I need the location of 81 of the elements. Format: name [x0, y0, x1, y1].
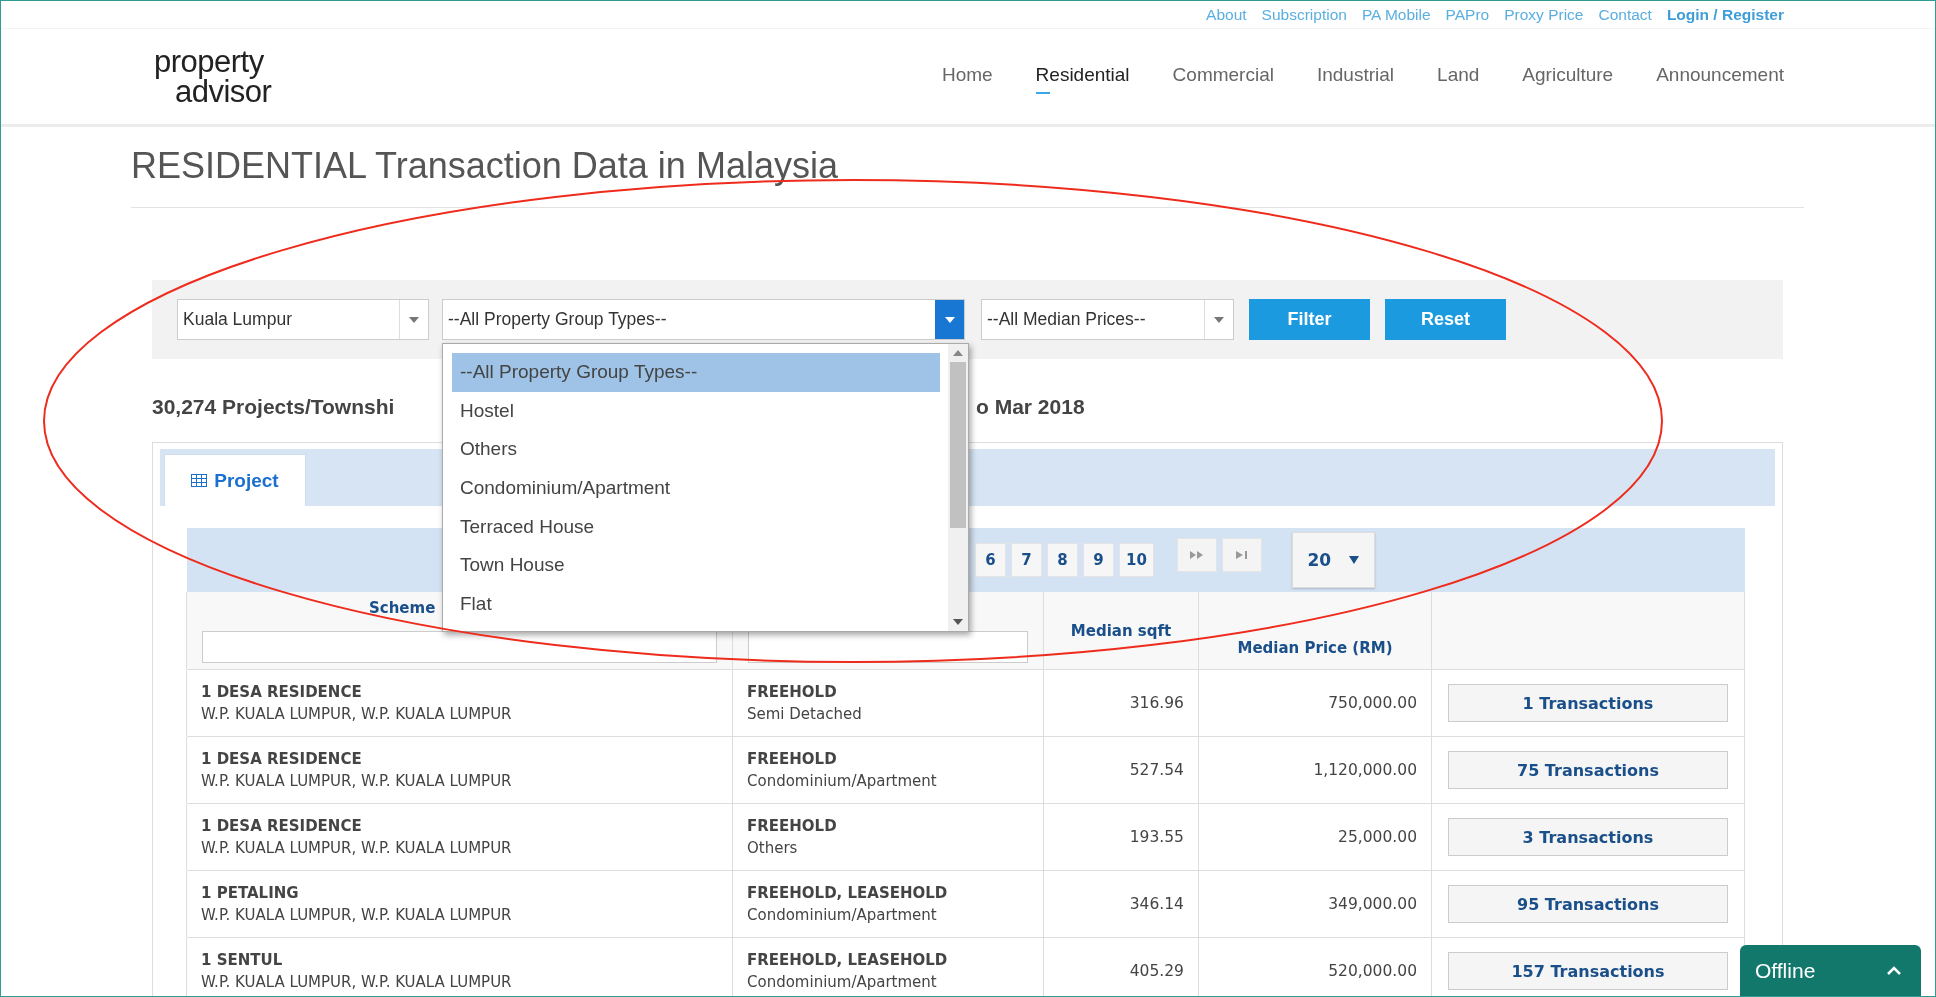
scheme-location: W.P. KUALA LUMPUR, W.P. KUALA LUMPUR — [201, 705, 513, 723]
median-sqft-cell: 527.54 — [1129, 761, 1184, 779]
nav-link[interactable]: Agriculture — [1522, 63, 1614, 94]
nav-link[interactable]: Industrial — [1316, 63, 1395, 94]
chevron-up-icon — [1887, 966, 1901, 975]
caret-icon — [1214, 316, 1224, 323]
caret-icon — [409, 316, 419, 323]
table-icon — [191, 474, 208, 487]
median-sqft-cell: 405.29 — [1129, 962, 1184, 980]
next-icon — [1189, 551, 1204, 559]
chat-widget[interactable]: Offline — [1740, 945, 1921, 996]
column-filter-field[interactable] — [202, 631, 717, 663]
property-type-select[interactable]: --All Property Group Types-- — [442, 299, 965, 340]
median-price-cell: 750,000.00 — [1328, 694, 1417, 712]
median-price-cell: 1,120,000.00 — [1313, 761, 1417, 779]
tenure-text: FREEHOLD — [747, 683, 838, 701]
dropdown-option[interactable]: Flat — [452, 584, 940, 624]
page-title: RESIDENTIAL Transaction Data in Malaysia — [131, 145, 1804, 208]
transactions-button[interactable]: 3 Transactions — [1448, 818, 1728, 856]
scheme-name: 1 DESA RESIDENCE — [201, 683, 363, 701]
page-button[interactable]: 10 — [1119, 543, 1154, 577]
median-price-cell: 349,000.00 — [1328, 895, 1417, 913]
scheme-name: 1 SENTUL — [201, 951, 284, 969]
page-button[interactable]: 7 — [1011, 543, 1042, 577]
project-tab[interactable]: Project — [164, 454, 306, 506]
dropdown-option[interactable]: Terraced House — [452, 507, 940, 546]
last-page-icon — [1235, 551, 1248, 559]
nav-link[interactable]: Land — [1437, 63, 1480, 94]
property-type-text: Others — [747, 839, 799, 857]
scheme-name: 1 PETALING — [201, 884, 300, 902]
property-type-text: Condominium/Apartment — [747, 906, 938, 924]
tenure-text: FREEHOLD, LEASEHOLD — [747, 951, 949, 969]
transactions-button[interactable]: 75 Transactions — [1448, 751, 1728, 789]
dropdown-option[interactable]: Hostel — [452, 391, 940, 431]
column-header[interactable]: Median Price (RM) — [1237, 639, 1393, 657]
nav-link[interactable]: Residential — [1035, 63, 1130, 94]
tenure-text: FREEHOLD, LEASEHOLD — [747, 884, 949, 902]
median-price-cell: 520,000.00 — [1328, 962, 1417, 980]
last-page-button[interactable] — [1221, 538, 1262, 572]
dropdown-option[interactable]: --All Property Group Types-- — [452, 353, 940, 392]
transactions-button[interactable]: 1 Transactions — [1448, 684, 1728, 722]
dropdown-option[interactable]: Others — [452, 430, 940, 469]
caret-icon — [1349, 556, 1360, 564]
scheme-location: W.P. KUALA LUMPUR, W.P. KUALA LUMPUR — [201, 772, 513, 790]
median-sqft-cell: 316.96 — [1129, 694, 1184, 712]
scheme-location: W.P. KUALA LUMPUR, W.P. KUALA LUMPUR — [201, 906, 513, 924]
scheme-name: 1 DESA RESIDENCE — [201, 750, 363, 768]
nav-link[interactable]: Commercial — [1172, 63, 1274, 94]
median-sqft-cell: 346.14 — [1129, 895, 1184, 913]
property-type-text: Semi Detached — [747, 705, 863, 723]
transactions-button[interactable]: 157 Transactions — [1448, 952, 1728, 990]
scroll-down-icon[interactable] — [953, 619, 963, 625]
column-header[interactable]: Median sqft — [1070, 621, 1172, 640]
caret-icon — [945, 316, 955, 323]
page-button[interactable]: 9 — [1083, 543, 1114, 577]
tenure-text: FREEHOLD — [747, 817, 838, 835]
tenure-text: FREEHOLD — [747, 750, 838, 768]
logo[interactable]: property advisor — [154, 46, 272, 107]
next-page-button[interactable] — [1176, 538, 1217, 572]
page-size-select[interactable]: 20 — [1291, 532, 1375, 588]
property-type-text: Condominium/Apartment — [747, 772, 938, 790]
median-price-select[interactable]: --All Median Prices-- — [981, 299, 1234, 340]
summary-text: o Mar 2018 — [976, 395, 1085, 419]
property-type-text: Condominium/Apartment — [747, 973, 938, 991]
page-button[interactable]: 6 — [975, 543, 1006, 577]
scheme-location: W.P. KUALA LUMPUR, W.P. KUALA LUMPUR — [201, 973, 513, 991]
summary-text: 30,274 Projects/Townshi — [152, 395, 395, 419]
median-sqft-cell: 193.55 — [1129, 828, 1184, 846]
median-price-cell: 25,000.00 — [1338, 828, 1417, 846]
nav-link[interactable]: Home — [941, 63, 993, 94]
dropdown-option[interactable]: Town House — [452, 545, 940, 585]
scroll-up-icon[interactable] — [953, 350, 963, 356]
scrollbar[interactable] — [948, 344, 968, 631]
column-header[interactable]: Scheme — [202, 599, 436, 617]
state-select[interactable]: Kuala Lumpur — [177, 299, 429, 340]
scheme-name: 1 DESA RESIDENCE — [201, 817, 363, 835]
scheme-location: W.P. KUALA LUMPUR, W.P. KUALA LUMPUR — [201, 839, 513, 857]
dropdown-option[interactable]: Condominium/Apartment — [452, 468, 940, 508]
nav-link[interactable]: Announcement — [1656, 63, 1784, 94]
transactions-button[interactable]: 95 Transactions — [1448, 885, 1728, 923]
page-button[interactable]: 8 — [1047, 543, 1078, 577]
